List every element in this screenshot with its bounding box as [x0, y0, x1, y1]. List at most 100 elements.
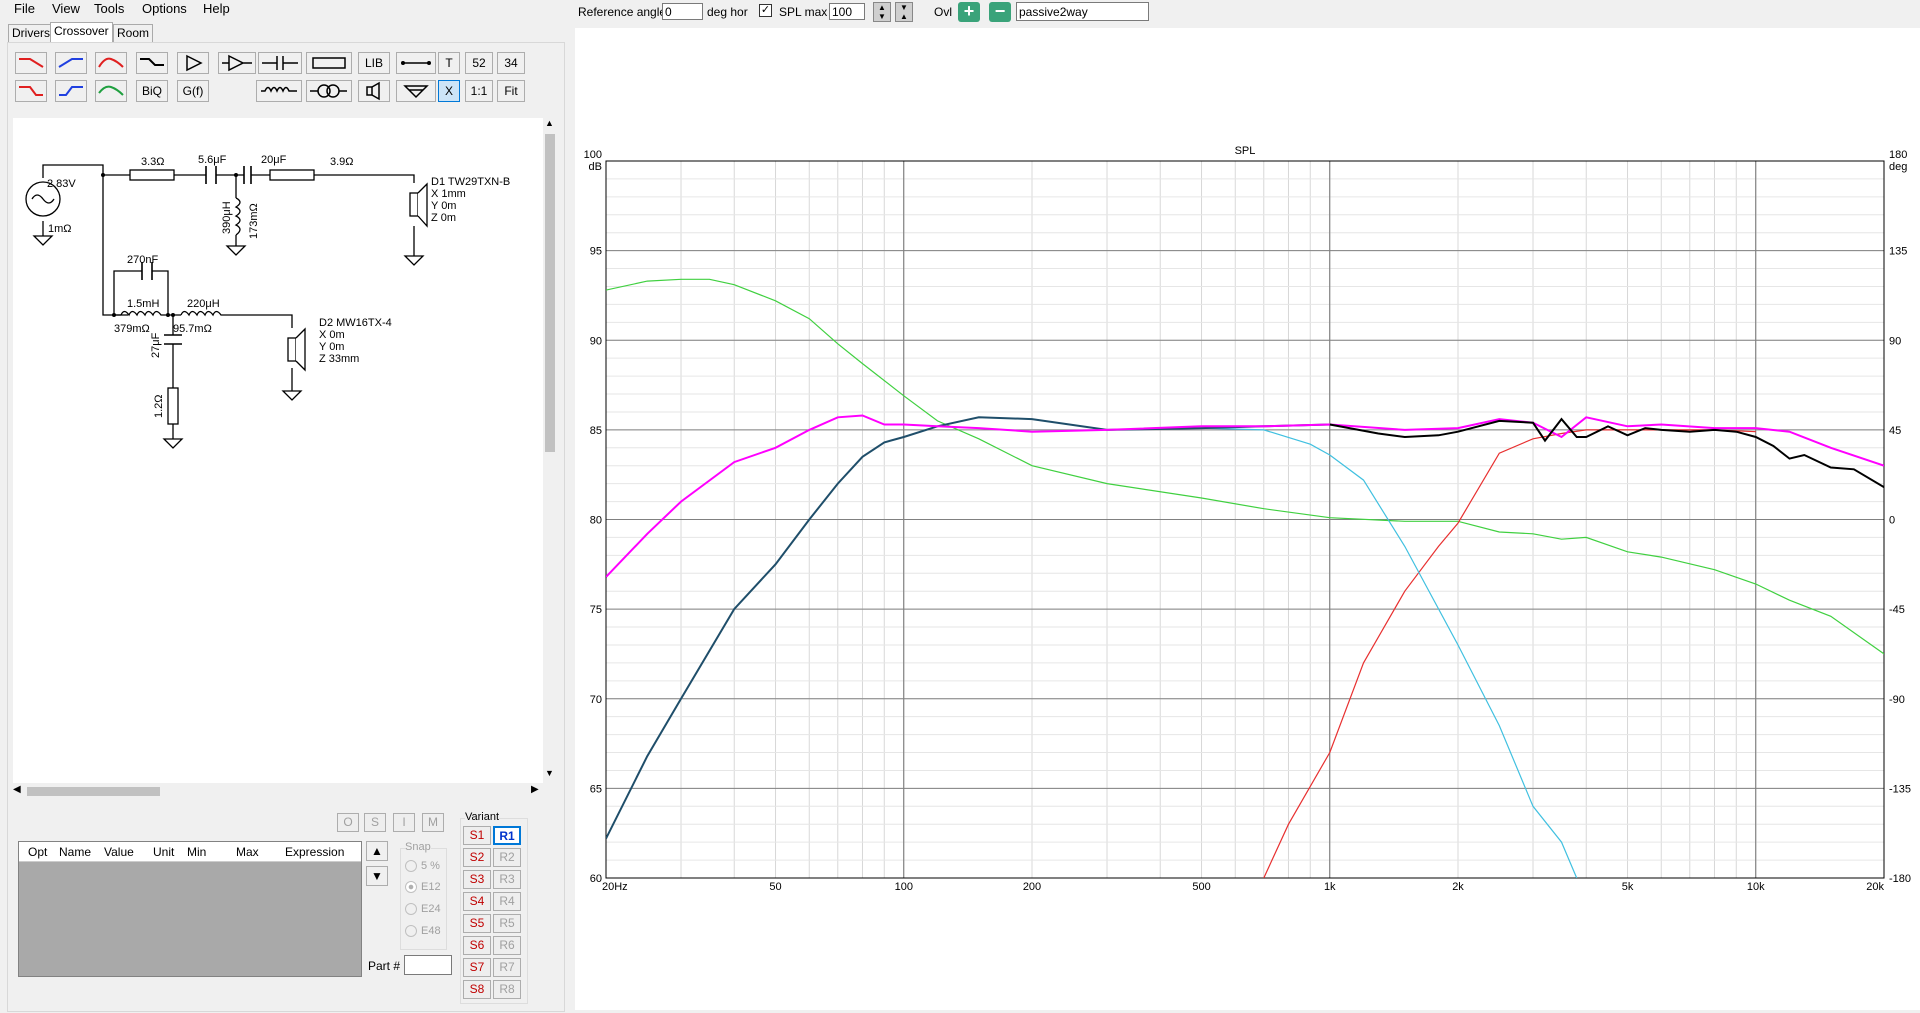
lowpass-red-icon[interactable]: [15, 52, 47, 74]
variant-s1-button[interactable]: S1: [463, 826, 491, 845]
resistor-r3: [167, 387, 179, 425]
shelf-icon[interactable]: [136, 52, 168, 74]
fit-button[interactable]: Fit: [497, 80, 525, 102]
variant-r4-button[interactable]: R4: [493, 892, 521, 911]
wire-icon[interactable]: [396, 52, 436, 74]
biquad-button[interactable]: BiQ: [136, 80, 168, 102]
col-name[interactable]: Name: [59, 845, 91, 859]
variant-s5-button[interactable]: S5: [463, 914, 491, 933]
variant-s4-button[interactable]: S4: [463, 892, 491, 911]
reference-angle-label: Reference angle: [578, 5, 667, 19]
col-expression[interactable]: Expression: [285, 845, 344, 859]
variant-r1-button[interactable]: R1: [493, 826, 521, 845]
opt-i-button[interactable]: I: [393, 813, 415, 832]
remove-overlay-icon[interactable]: −: [989, 2, 1011, 22]
variant-s7-button[interactable]: S7: [463, 958, 491, 977]
col-unit[interactable]: Unit: [153, 845, 174, 859]
snap-e48-radio[interactable]: E48: [405, 925, 441, 938]
spl-max-input[interactable]: [829, 3, 865, 20]
move-up-icon[interactable]: ▲: [366, 841, 388, 861]
gain-function-button[interactable]: G(f): [177, 80, 209, 102]
spin-updown-icon[interactable]: ▲ ▼: [873, 2, 891, 22]
scroll-left-icon[interactable]: ◀: [13, 784, 21, 795]
zoom-34-button[interactable]: 34: [497, 52, 525, 74]
series-line-0: [606, 414, 1884, 578]
schematic-vertical-scrollbar[interactable]: ▲ ▼: [543, 118, 557, 783]
col-max[interactable]: Max: [236, 845, 259, 859]
amplifier-icon[interactable]: [218, 52, 256, 74]
ground-icon[interactable]: [396, 80, 436, 102]
col-min[interactable]: Min: [187, 845, 206, 859]
part-number-input[interactable]: [404, 955, 452, 975]
variant-r2-button[interactable]: R2: [493, 848, 521, 867]
opt-s-button[interactable]: S: [364, 813, 386, 832]
y2-tick-label: 0: [1889, 515, 1895, 527]
variant-s8-button[interactable]: S8: [463, 980, 491, 999]
opt-m-button[interactable]: M: [422, 813, 444, 832]
label-c1: 5.6μF: [198, 154, 227, 166]
x-tick-label: 200: [1023, 881, 1041, 893]
text-button[interactable]: T: [438, 52, 460, 74]
resistor-icon[interactable]: [306, 52, 352, 74]
variant-r5-button[interactable]: R5: [493, 914, 521, 933]
buffer-icon[interactable]: [177, 52, 209, 74]
overlay-name-input[interactable]: [1016, 2, 1149, 21]
snap-e24-radio[interactable]: E24: [405, 903, 441, 916]
bandpass-green-icon[interactable]: [95, 80, 127, 102]
reference-angle-input[interactable]: [662, 3, 703, 20]
variant-r8-button[interactable]: R8: [493, 980, 521, 999]
x-tick-label: 20Hz: [602, 881, 628, 893]
opt-o-button[interactable]: O: [337, 813, 359, 832]
highpass-blue-icon[interactable]: [55, 52, 87, 74]
schematic-horizontal-scrollbar[interactable]: ◀ ▶: [13, 783, 543, 799]
scroll-thumb[interactable]: [545, 134, 555, 452]
tab-room[interactable]: Room: [113, 24, 154, 42]
capacitor-icon[interactable]: [258, 52, 302, 74]
hscroll-thumb[interactable]: [27, 787, 160, 796]
tab-crossover[interactable]: Crossover: [50, 22, 113, 43]
variant-r7-button[interactable]: R7: [493, 958, 521, 977]
menu-options[interactable]: Options: [142, 1, 187, 16]
spl-max-checkbox[interactable]: ✓: [759, 4, 772, 17]
col-opt[interactable]: Opt: [28, 845, 47, 859]
parameter-table[interactable]: Opt Name Value Unit Min Max Expression: [18, 841, 362, 977]
menu-view[interactable]: View: [52, 1, 80, 16]
y-tick-label: 70: [590, 694, 602, 706]
add-overlay-icon[interactable]: +: [958, 2, 980, 22]
speaker-icon[interactable]: [358, 80, 390, 102]
variant-r6-button[interactable]: R6: [493, 936, 521, 955]
menu-help[interactable]: Help: [203, 1, 230, 16]
snap-e12-radio[interactable]: E12: [405, 881, 441, 894]
zoom-52-button[interactable]: 52: [465, 52, 493, 74]
menu-file[interactable]: File: [14, 1, 35, 16]
library-button[interactable]: LIB: [358, 52, 390, 74]
variant-r3-button[interactable]: R3: [493, 870, 521, 889]
menu-tools[interactable]: Tools: [94, 1, 124, 16]
bandpass-red-icon[interactable]: [95, 52, 127, 74]
zoom-1-1-button[interactable]: 1:1: [465, 80, 493, 102]
col-value[interactable]: Value: [104, 845, 134, 859]
ground-symbols: [32, 235, 425, 449]
snap-5-radio[interactable]: 5 %: [405, 860, 440, 873]
spl-chart[interactable]: SPL 100 95 90 85 80 75 70 65 60 dB 180 135 90 45 0 -45 -9…: [575, 28, 1920, 1010]
variant-s6-button[interactable]: S6: [463, 936, 491, 955]
variant-s3-button[interactable]: S3: [463, 870, 491, 889]
y2-tick-label: 90: [1889, 335, 1901, 347]
schematic-canvas[interactable]: 2.83V 1mΩ 3.3Ω 5.6μF 20μF 3.9Ω 390μH 173…: [13, 118, 543, 783]
variant-s2-button[interactable]: S2: [463, 848, 491, 867]
ovl-label: Ovl: [934, 5, 952, 19]
x-tick-label: 20k: [1866, 881, 1884, 893]
delete-button[interactable]: X: [438, 80, 460, 102]
series-line-5: [1263, 429, 1756, 878]
highpass-blue-2-icon[interactable]: [55, 80, 87, 102]
lowpass-red-2-icon[interactable]: [15, 80, 47, 102]
inductor-icon[interactable]: [256, 80, 302, 102]
spl-graph-panel[interactable]: SPL 100 95 90 85 80 75 70 65 60 dB 180 135 90 45 0 -45 -9…: [575, 28, 1920, 1010]
scroll-down-icon[interactable]: ▼: [545, 768, 554, 778]
tab-drivers[interactable]: Drivers: [8, 24, 54, 42]
scroll-right-icon[interactable]: ▶: [531, 784, 539, 795]
transformer-icon[interactable]: [306, 80, 352, 102]
scroll-up-icon[interactable]: ▲: [545, 118, 554, 128]
move-down-icon[interactable]: ▼: [366, 866, 388, 886]
collapse-icon[interactable]: ▼ ▲: [895, 2, 913, 22]
